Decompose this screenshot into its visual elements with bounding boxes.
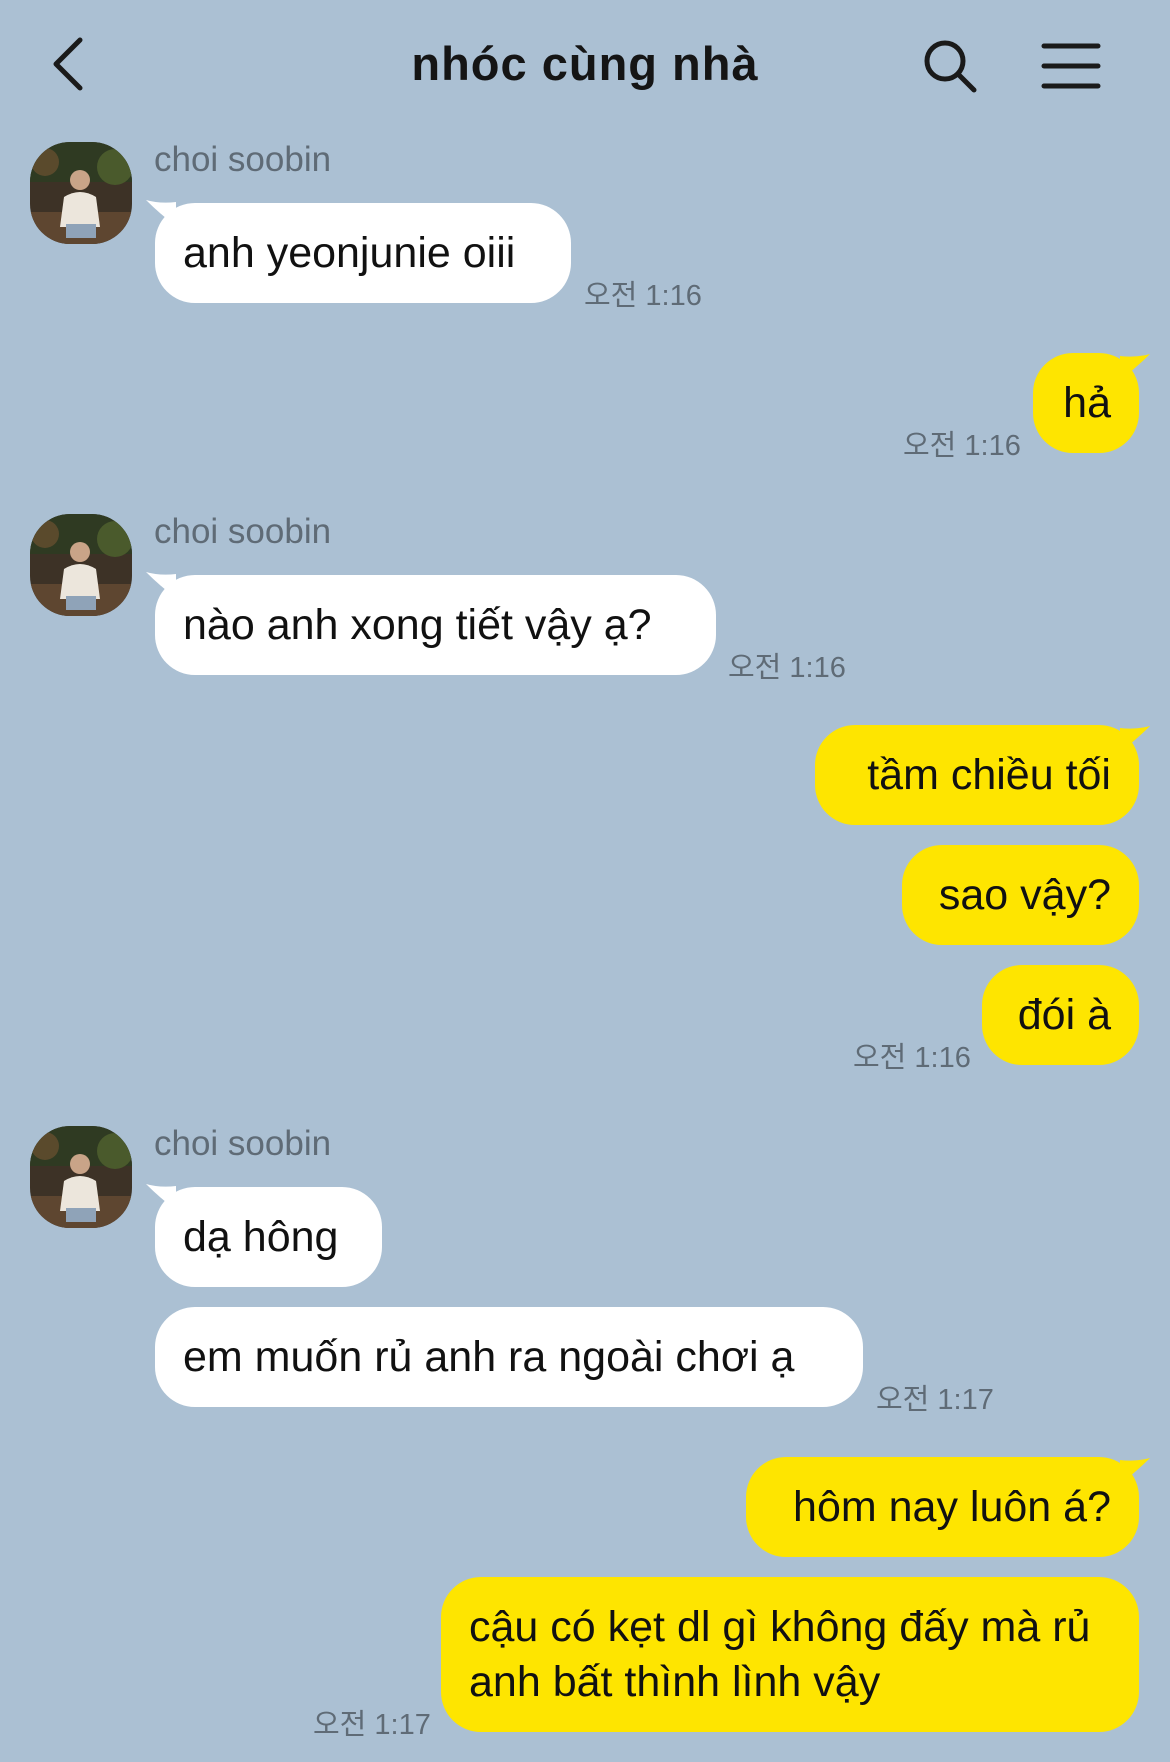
- message-bubble[interactable]: cậu có kẹt dl gì không đấy mà rủ anh bất…: [441, 1577, 1139, 1732]
- message-bubble[interactable]: sao vậy?: [902, 845, 1139, 945]
- message-time: 오전 1:16: [853, 1042, 971, 1074]
- avatar[interactable]: [30, 514, 132, 616]
- message-bubble[interactable]: nào anh xong tiết vậy ạ?: [155, 575, 716, 675]
- chat-header: nhóc cùng nhà: [0, 0, 1170, 135]
- avatar[interactable]: [30, 142, 132, 244]
- message-time: 오전 1:16: [728, 652, 846, 684]
- message-bubble[interactable]: hôm nay luôn á?: [746, 1457, 1139, 1557]
- sender-name: choi soobin: [154, 512, 332, 551]
- message-bubble[interactable]: dạ hông: [155, 1187, 382, 1287]
- message-time: 오전 1:17: [313, 1709, 431, 1741]
- search-icon: [924, 40, 977, 93]
- sender-name: choi soobin: [154, 140, 332, 179]
- message-bubble[interactable]: hả: [1033, 353, 1139, 453]
- message-bubble[interactable]: đói à: [982, 965, 1139, 1065]
- message-time: 오전 1:16: [903, 430, 1021, 462]
- avatar[interactable]: [30, 1126, 132, 1228]
- message-bubble[interactable]: em muốn rủ anh ra ngoài chơi ạ: [155, 1307, 863, 1407]
- sender-name: choi soobin: [154, 1124, 332, 1163]
- message-time: 오전 1:16: [584, 280, 702, 312]
- menu-button[interactable]: [1040, 36, 1102, 96]
- chat-title: nhóc cùng nhà: [411, 37, 759, 90]
- search-button[interactable]: [920, 36, 980, 96]
- message-bubble[interactable]: tầm chiều tối: [815, 725, 1139, 825]
- message-bubble[interactable]: anh yeonjunie oiii: [155, 203, 571, 303]
- message-time: 오전 1:17: [876, 1384, 994, 1416]
- hamburger-menu-icon: [1041, 43, 1101, 89]
